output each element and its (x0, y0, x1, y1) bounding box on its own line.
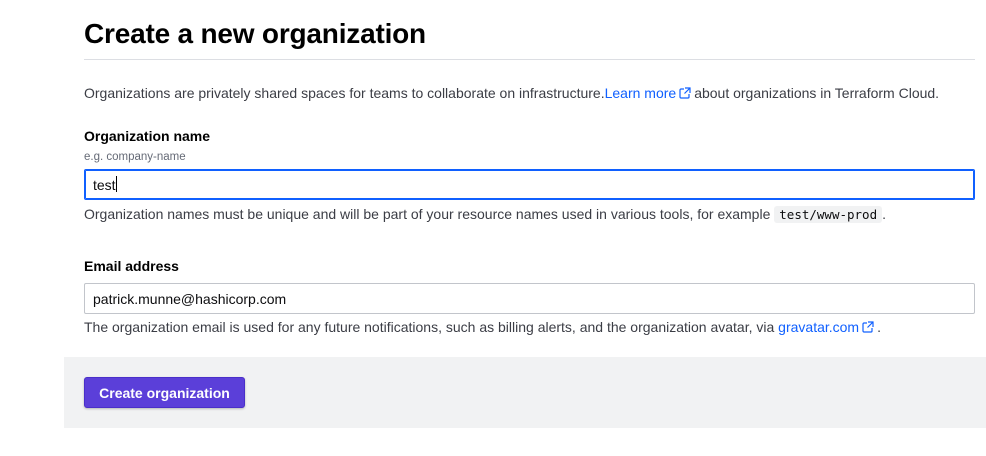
org-name-help: Organization names must be unique and wi… (84, 205, 886, 224)
title-divider (84, 59, 975, 60)
page-title: Create a new organization (84, 18, 426, 49)
external-link-icon (679, 87, 692, 99)
org-name-help-text: Organization names must be unique and wi… (84, 206, 771, 222)
intro-text-after: about organizations in Terraform Cloud. (694, 85, 940, 101)
gravatar-link[interactable]: gravatar.com (778, 319, 877, 335)
org-name-input[interactable] (84, 169, 975, 200)
org-name-hint: e.g. company-name (84, 151, 186, 163)
create-organization-button[interactable]: Create organization (84, 377, 245, 408)
intro-text: Organizations are privately shared space… (84, 84, 939, 102)
external-link-icon (862, 321, 875, 333)
text-caret (116, 176, 117, 192)
email-input[interactable] (84, 283, 975, 314)
intro-text-before: Organizations are privately shared space… (84, 85, 605, 101)
create-organization-page: Create a new organization Organizations … (0, 0, 986, 456)
org-name-example-code: test/www-prod (774, 206, 883, 223)
org-name-help-end: . (882, 206, 886, 222)
form-actions-footer: Create organization (64, 357, 986, 428)
org-name-label: Organization name (84, 128, 211, 144)
email-label: Email address (84, 258, 179, 274)
email-help-text: The organization email is used for any f… (84, 319, 775, 335)
learn-more-label: Learn more (604, 85, 677, 101)
gravatar-link-label: gravatar.com (778, 319, 860, 335)
learn-more-link[interactable]: Learn more (605, 85, 695, 101)
email-help: The organization email is used for any f… (84, 318, 881, 336)
email-help-end: . (877, 319, 881, 335)
